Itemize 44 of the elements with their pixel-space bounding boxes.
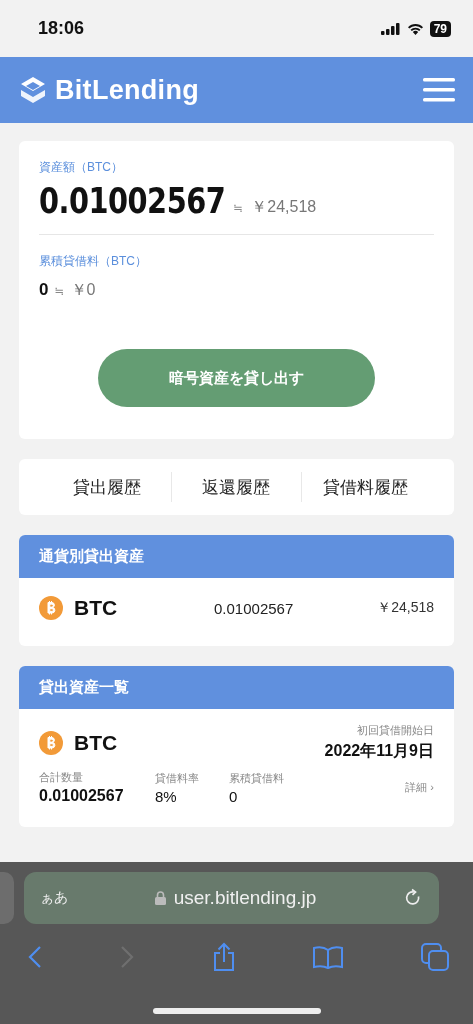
share-icon[interactable]: [211, 942, 236, 972]
battery-level: 79: [429, 20, 451, 37]
fee-label: 累積貸借料: [229, 770, 285, 786]
rate-label: 貸借料率: [155, 770, 200, 786]
total-value: 0.01002567: [39, 787, 125, 805]
wifi-icon: [406, 22, 424, 35]
lend-button[interactable]: 暗号資産を貸し出す: [98, 349, 375, 407]
status-time: 18:06: [38, 18, 85, 39]
rate-value: 8%: [155, 787, 178, 805]
address-bar[interactable]: ぁあ user.bitlending.jp: [24, 872, 439, 924]
text-size-button[interactable]: ぁあ: [40, 889, 68, 907]
signal-icon: [380, 22, 401, 35]
bitcoin-icon: [39, 731, 63, 755]
bitcoin-icon: [39, 596, 63, 620]
fee-value: 0: [229, 787, 239, 805]
asset-value: 0.01002567: [39, 180, 226, 222]
detail-link[interactable]: 詳細 ›: [405, 780, 434, 795]
start-date: 2022年11月9日: [324, 741, 434, 761]
fee-value: 0: [39, 280, 49, 300]
history-link[interactable]: 貸借料履歴: [301, 475, 430, 499]
asset-yen: ￥24,518: [251, 197, 317, 217]
fee-label: 累積貸借料（BTC）: [39, 253, 148, 270]
back-icon[interactable]: [28, 945, 42, 969]
logo-icon: [18, 75, 48, 105]
coin-yen: ￥24,518: [377, 599, 434, 617]
panel-title: 通貨別貸出資産: [39, 547, 144, 566]
history-link[interactable]: 返還履歴: [172, 475, 301, 499]
approx-sign: ≒: [54, 284, 65, 298]
start-label: 初回貸借開始日: [357, 723, 434, 738]
logo-text: BitLending: [55, 74, 199, 106]
menu-icon[interactable]: [423, 78, 455, 102]
lock-icon: [154, 891, 166, 905]
approx-sign: ≒: [233, 201, 244, 215]
panel-title: 貸出資産一覧: [39, 678, 129, 697]
fee-yen: ￥0: [70, 280, 96, 300]
total-label: 合計数量: [39, 770, 84, 785]
book-icon[interactable]: [313, 945, 344, 969]
tabs-icon[interactable]: [421, 943, 449, 971]
coin-amount: 0.01002567: [214, 599, 295, 617]
asset-label: 資産額（BTC）: [39, 159, 124, 176]
url-text: user.bitlending.jp: [173, 887, 317, 909]
coin-name: BTC: [74, 596, 118, 620]
coin-name: BTC: [74, 731, 118, 755]
history-link[interactable]: 貸出履歴: [43, 475, 172, 499]
